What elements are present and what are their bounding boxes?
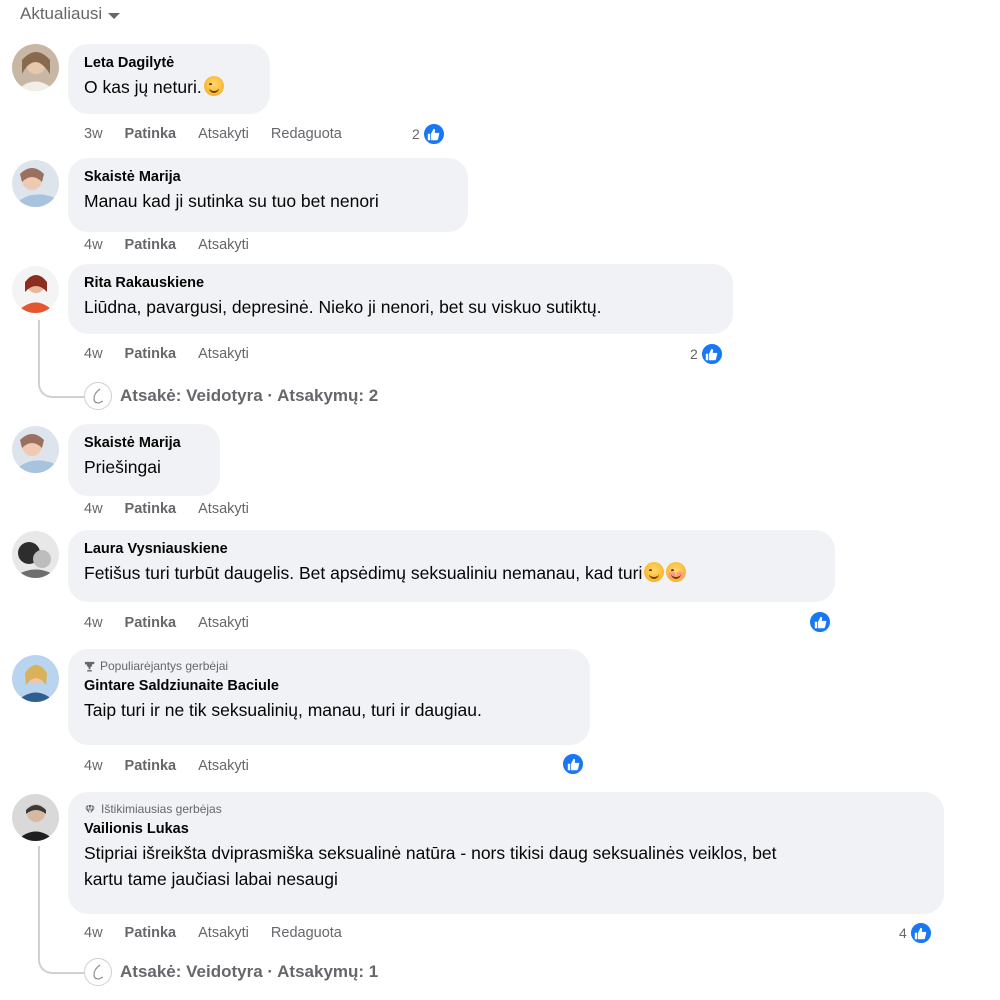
comment-bubble: Populiarėjantys gerbėjai Gintare Saldziu… (68, 649, 590, 745)
view-replies-link[interactable]: Atsakė: Veidotyra · Atsakymų: 1 (84, 958, 378, 986)
avatar[interactable] (12, 160, 59, 207)
comment-author[interactable]: Vailionis Lukas (84, 820, 928, 838)
smiling-emoji-icon (203, 76, 224, 96)
reaction-count[interactable]: 2 (690, 342, 724, 366)
comment-time[interactable]: 4w (84, 501, 103, 517)
replier-avatar-icon (84, 382, 112, 410)
thumbs-up-icon (421, 122, 446, 146)
badge-label: Ištikimiausias gerbėjas (101, 802, 222, 816)
comment-bubble: Leta Dagilytė O kas jų neturi. (68, 44, 270, 114)
thumbs-up-icon (808, 610, 832, 634)
reaction-number: 2 (412, 126, 420, 142)
like-button[interactable]: Patinka (125, 501, 177, 517)
comment-text-line: kartu tame jaučiasi labai nesaugi (84, 869, 338, 889)
thumbs-up-icon (908, 921, 933, 945)
avatar[interactable] (12, 426, 59, 473)
reply-button[interactable]: Atsakyti (198, 126, 249, 142)
comment-author[interactable]: Skaistė Marija (84, 434, 204, 452)
comment-author[interactable]: Laura Vysniauskiene (84, 540, 819, 558)
like-button[interactable]: Patinka (125, 237, 177, 253)
reply-button[interactable]: Atsakyti (198, 925, 249, 941)
comment-actions: 4w Patinka Atsakyti (84, 346, 271, 362)
like-button[interactable]: Patinka (125, 615, 177, 631)
comment-text: Stipriai išreikšta dviprasmiška seksuali… (84, 840, 928, 892)
reply-thread-line (38, 846, 84, 974)
blushing-emoji-icon (666, 562, 687, 582)
comment-author[interactable]: Gintare Saldziunaite Baciule (84, 677, 574, 695)
trophy-icon (84, 661, 95, 672)
comment-bubble: Ištikimiausias gerbėjas Vailionis Lukas … (68, 792, 944, 914)
smiling-emoji-icon (644, 562, 665, 582)
replies-summary: Atsakė: Veidotyra · Atsakymų: 1 (120, 962, 379, 981)
diamond-icon (85, 804, 95, 814)
badge-label: Populiarėjantys gerbėjai (100, 659, 229, 673)
reaction-number: 4 (899, 925, 907, 941)
comment-time[interactable]: 4w (84, 346, 103, 362)
replies-summary: Atsakė: Veidotyra · Atsakymų: 2 (120, 386, 379, 405)
comment-text: Liūdna, pavargusi, depresinė. Nieko ji n… (84, 297, 602, 317)
reply-thread-line (38, 320, 84, 398)
avatar[interactable] (12, 44, 59, 91)
comment-bubble: Skaistė Marija Manau kad ji sutinka su t… (68, 158, 468, 232)
comment-actions: 4w Patinka Atsakyti (84, 237, 271, 253)
thumbs-up-icon (699, 342, 724, 366)
thumbs-up-icon (561, 752, 585, 776)
reaction-count[interactable] (561, 752, 585, 776)
fan-badge[interactable]: Populiarėjantys gerbėjai (84, 659, 574, 673)
avatar[interactable] (12, 266, 59, 313)
comment-time[interactable]: 3w (84, 126, 103, 142)
reaction-count[interactable]: 4 (899, 921, 933, 945)
comment-time[interactable]: 4w (84, 925, 103, 941)
comment-text-line: Stipriai išreikšta dviprasmiška seksuali… (84, 843, 777, 863)
comment-text: Taip turi ir ne tik seksualinių, manau, … (84, 700, 482, 720)
sort-dropdown[interactable]: Aktualiausi (20, 4, 121, 24)
reply-button[interactable]: Atsakyti (198, 346, 249, 362)
reply-button[interactable]: Atsakyti (198, 758, 249, 774)
comment-actions: 4w Patinka Atsakyti Redaguota (84, 925, 364, 941)
like-button[interactable]: Patinka (125, 346, 177, 362)
view-replies-link[interactable]: Atsakė: Veidotyra · Atsakymų: 2 (84, 382, 378, 410)
caret-down-icon (108, 12, 121, 19)
fan-badge[interactable]: Ištikimiausias gerbėjas (84, 802, 928, 816)
avatar[interactable] (12, 655, 59, 702)
reaction-number: 2 (690, 346, 698, 362)
comment-author[interactable]: Leta Dagilytė (84, 54, 254, 72)
comment-actions: 4w Patinka Atsakyti (84, 501, 271, 517)
comment-text: Fetišus turi turbūt daugelis. Bet apsėdi… (84, 560, 819, 586)
comment-bubble: Rita Rakauskiene Liūdna, pavargusi, depr… (68, 264, 733, 334)
comment-time[interactable]: 4w (84, 758, 103, 774)
like-button[interactable]: Patinka (125, 126, 177, 142)
reply-button[interactable]: Atsakyti (198, 501, 249, 517)
sort-label: Aktualiausi (20, 4, 103, 23)
comment-author[interactable]: Rita Rakauskiene (84, 274, 717, 292)
comment-time[interactable]: 4w (84, 237, 103, 253)
comment-actions: 4w Patinka Atsakyti (84, 615, 271, 631)
comment-bubble: Laura Vysniauskiene Fetišus turi turbūt … (68, 530, 835, 602)
like-button[interactable]: Patinka (125, 925, 177, 941)
reply-button[interactable]: Atsakyti (198, 237, 249, 253)
avatar[interactable] (12, 531, 59, 578)
comment-bubble: Skaistė Marija Priešingai (68, 424, 220, 496)
comment-actions: 3w Patinka Atsakyti Redaguota (84, 126, 364, 142)
comment-text: Manau kad ji sutinka su tuo bet nenori (84, 191, 379, 211)
reaction-count[interactable]: 2 (412, 122, 446, 146)
reaction-count[interactable] (808, 610, 832, 634)
comment-actions: 4w Patinka Atsakyti (84, 758, 271, 774)
reply-button[interactable]: Atsakyti (198, 615, 249, 631)
comment-text: O kas jų neturi. (84, 74, 254, 100)
like-button[interactable]: Patinka (125, 758, 177, 774)
edited-label[interactable]: Redaguota (271, 126, 342, 142)
comment-text: Priešingai (84, 457, 161, 477)
comment-time[interactable]: 4w (84, 615, 103, 631)
avatar[interactable] (12, 794, 59, 841)
replier-avatar-icon (84, 958, 112, 986)
edited-label[interactable]: Redaguota (271, 925, 342, 941)
comment-author[interactable]: Skaistė Marija (84, 168, 452, 186)
